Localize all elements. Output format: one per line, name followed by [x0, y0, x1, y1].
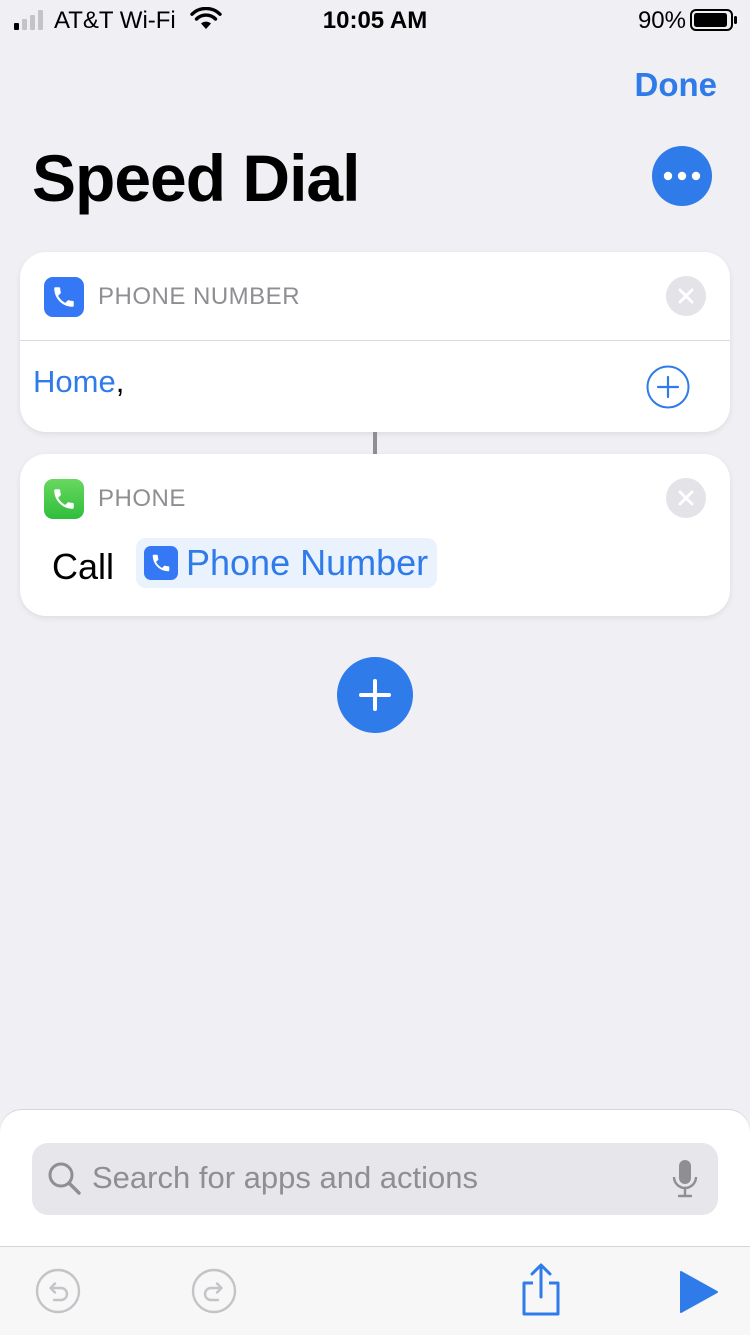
editor-toolbar — [0, 1246, 750, 1335]
value-separator: , — [115, 364, 125, 399]
battery-percent: 90% — [637, 7, 686, 34]
phone-number-value: Home — [33, 364, 116, 399]
close-icon — [678, 288, 694, 304]
play-icon[interactable] — [675, 1269, 721, 1315]
action-search-sheet: Search for apps and actions — [0, 1110, 750, 1250]
action-connector — [373, 432, 377, 454]
search-placeholder: Search for apps and actions — [92, 1160, 479, 1195]
token-label: Phone Number — [186, 542, 429, 583]
phone-number-action-card[interactable]: PHONE NUMBER — [20, 252, 730, 432]
card-divider — [20, 340, 730, 341]
phone-number-field[interactable]: Home, — [33, 364, 124, 400]
redo-icon[interactable] — [190, 1267, 238, 1315]
call-verb: Call — [52, 546, 115, 587]
done-button[interactable]: Done — [635, 66, 718, 104]
share-icon[interactable] — [518, 1263, 564, 1317]
add-phone-number-icon[interactable] — [646, 365, 690, 409]
search-input[interactable]: Search for apps and actions — [32, 1143, 718, 1215]
microphone-icon[interactable] — [672, 1159, 698, 1199]
more-options-button[interactable] — [652, 146, 712, 206]
search-icon — [48, 1162, 81, 1195]
close-icon — [678, 490, 694, 506]
phone-icon — [44, 277, 84, 317]
status-bar: AT&T Wi-Fi 10:05 AM 90% — [0, 0, 750, 40]
ellipsis-icon — [663, 171, 701, 181]
phone-app-icon — [44, 479, 84, 519]
action-label: PHONE — [98, 485, 186, 512]
page-title: Speed Dial — [32, 141, 360, 215]
undo-icon[interactable] — [34, 1267, 82, 1315]
card-header: PHONE — [44, 479, 186, 519]
add-action-button[interactable] — [337, 657, 413, 733]
phone-icon — [144, 546, 178, 580]
remove-action-button[interactable] — [666, 276, 706, 316]
remove-action-button[interactable] — [666, 478, 706, 518]
action-label: PHONE NUMBER — [98, 283, 301, 310]
phone-call-action-card[interactable]: PHONE Call Phone Number — [20, 454, 730, 616]
phone-number-variable-token[interactable]: Phone Number — [136, 538, 438, 588]
card-header: PHONE NUMBER — [44, 277, 300, 317]
battery-icon — [690, 9, 737, 31]
plus-icon — [359, 679, 391, 711]
